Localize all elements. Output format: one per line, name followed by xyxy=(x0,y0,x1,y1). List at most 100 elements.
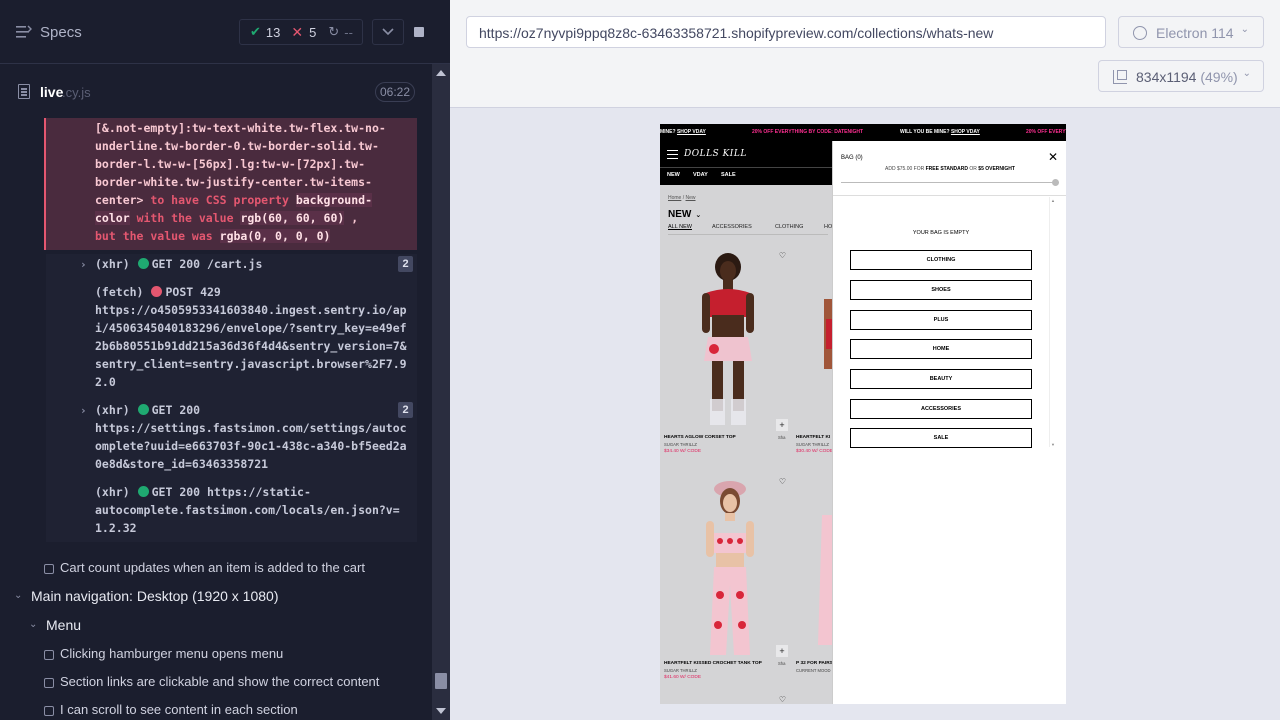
heart-icon[interactable]: ♡ xyxy=(778,695,787,704)
add-to-bag-button[interactable]: + xyxy=(776,645,788,657)
category-button-plus[interactable]: PLUS xyxy=(850,310,1032,330)
category-button-shoes[interactable]: SHOES xyxy=(850,280,1032,300)
product-image[interactable] xyxy=(800,249,832,433)
command-type: (xhr) xyxy=(95,403,130,417)
subnav-all-new[interactable]: ALL NEW xyxy=(668,224,692,230)
shipping-progress-track xyxy=(841,182,1059,183)
specs-list-icon[interactable] xyxy=(16,25,32,39)
ticker-link[interactable]: SHOP VDAY xyxy=(951,129,980,135)
error-line: underline.tw-border-0.tw-border-solid.tw… xyxy=(95,139,379,153)
reporter-scrollbar[interactable] xyxy=(432,64,450,720)
command-row[interactable]: (fetch) POST 429 https://o450595334160384… xyxy=(46,282,417,400)
viewport-info[interactable]: 834x1194 (49%) ⌄ xyxy=(1098,60,1264,92)
heart-icon[interactable]: ♡ xyxy=(778,251,787,260)
breadcrumb-home[interactable]: Home xyxy=(668,195,681,201)
category-button-accessories[interactable]: ACCESSORIES xyxy=(850,399,1032,419)
shipping-progress-knob xyxy=(1052,179,1059,186)
collection-title-text: NEW xyxy=(668,209,692,220)
chevron-right-icon[interactable]: › xyxy=(80,402,87,420)
category-button-beauty[interactable]: BEAUTY xyxy=(850,369,1032,389)
command-detail: https://settings.fastsimon.com/settings/… xyxy=(95,421,407,471)
product-name[interactable]: HEARTFELT KISSED CROCHET TANK TOP xyxy=(664,661,762,666)
side-label: Sha xyxy=(778,435,786,440)
test-item[interactable]: Cart count updates when an item is added… xyxy=(44,560,365,575)
test-title: Cart count updates when an item is added… xyxy=(60,560,365,575)
stop-button[interactable] xyxy=(404,19,434,45)
suite-title: Main navigation: Desktop (1920 x 1080) xyxy=(31,588,279,604)
collection-title[interactable]: NEW ⌄ xyxy=(668,209,701,220)
browser-selector[interactable]: Electron 114 ⌄ xyxy=(1118,16,1264,48)
product-brand: CURRENT MOOD xyxy=(796,668,831,673)
check-icon: ✔ xyxy=(250,24,261,39)
failed-count: 5 xyxy=(309,24,317,40)
test-item[interactable]: Section links are clickable and show the… xyxy=(44,674,379,689)
product-image[interactable] xyxy=(668,475,794,665)
nav-link-sale[interactable]: SALE xyxy=(721,172,736,178)
empty-bag-message: YOUR BAG IS EMPTY xyxy=(912,230,970,236)
ticker-item: WILL YOU BE MINE? SHOP VDAY xyxy=(900,124,980,141)
close-icon[interactable]: ✕ xyxy=(1048,150,1058,164)
category-button-clothing[interactable]: CLOTHING xyxy=(850,250,1032,270)
chevron-down-icon xyxy=(382,28,394,36)
command-type: (xhr) xyxy=(95,485,130,499)
hamburger-menu-icon[interactable] xyxy=(667,150,678,159)
command-count: 2 xyxy=(398,402,413,418)
stop-icon xyxy=(414,27,424,37)
subnav-accessories[interactable]: ACCESSORIES xyxy=(712,224,752,230)
status-dot xyxy=(137,486,149,497)
heart-icon[interactable]: ♡ xyxy=(778,477,787,486)
scroll-up-icon[interactable] xyxy=(436,70,446,76)
suite-item[interactable]: ⌄ Main navigation: Desktop (1920 x 1080) xyxy=(14,588,278,604)
product-name[interactable]: P 32 FOR PAIRS xyxy=(796,661,833,666)
scroll-up-icon[interactable]: ▲ xyxy=(1051,198,1055,203)
chevron-right-icon[interactable]: › xyxy=(80,256,87,274)
promo-ticker: MINE? SHOP VDAY 20% OFF EVERYTHING BY CO… xyxy=(660,124,1066,141)
status-dot xyxy=(151,286,163,297)
subnav-home[interactable]: HO xyxy=(824,224,832,230)
viewport-scale: (49%) xyxy=(1200,69,1238,85)
suite-item[interactable]: ⌄ Menu xyxy=(29,617,81,633)
subnav-clothing[interactable]: CLOTHING xyxy=(775,224,803,230)
suite-title: Menu xyxy=(46,617,82,633)
test-item[interactable]: Clicking hamburger menu opens menu xyxy=(44,646,283,661)
nav-link-new[interactable]: NEW xyxy=(667,172,680,178)
spec-file-name[interactable]: live xyxy=(40,84,63,100)
ticker-item: 20% OFF EVERYTH xyxy=(1026,129,1066,135)
ticker-item: MINE? SHOP VDAY xyxy=(660,124,706,141)
pending-icon: ↻ xyxy=(328,24,340,39)
nav-link-vday[interactable]: VDAY xyxy=(693,172,708,178)
assertion-error[interactable]: [&.not-empty]:tw-text-white.tw-flex.tw-n… xyxy=(44,118,417,250)
command-row[interactable]: › (xhr) GET 200 /cart.js 2 xyxy=(46,254,417,282)
expand-collapse-button[interactable] xyxy=(372,19,404,45)
command-row[interactable]: › (xhr) GET 200 https://settings.fastsimo… xyxy=(46,400,417,482)
cart-scrollbar[interactable]: ▲ ▼ xyxy=(1049,197,1056,447)
scroll-down-icon[interactable]: ▼ xyxy=(1051,442,1055,447)
aut-iframe: MINE? SHOP VDAY 20% OFF EVERYTHING BY CO… xyxy=(660,124,1066,704)
test-item[interactable]: I can scroll to see content in each sect… xyxy=(44,702,298,717)
store-logo[interactable]: DOLLS KILL xyxy=(684,149,747,159)
product-name[interactable]: HEARTS AGLOW CORSET TOP xyxy=(664,435,736,440)
error-comma: , xyxy=(351,211,359,225)
add-to-bag-button[interactable]: + xyxy=(776,419,788,431)
breadcrumb-current[interactable]: New xyxy=(686,195,696,201)
product-name[interactable]: HEARTFELT KI xyxy=(796,435,830,440)
chevron-down-icon: ⌄ xyxy=(1242,68,1251,79)
scrollbar-thumb[interactable] xyxy=(435,673,447,689)
product-image[interactable] xyxy=(668,249,794,433)
pending-test-icon xyxy=(44,678,54,688)
specs-title[interactable]: Specs xyxy=(40,24,82,41)
chevron-down-icon: ⌄ xyxy=(695,212,702,219)
note-text: OR xyxy=(968,166,979,172)
status-dot xyxy=(137,404,149,415)
error-phrase: with the value xyxy=(136,211,234,225)
error-property: background- xyxy=(295,193,372,207)
command-type: (fetch) xyxy=(95,285,144,299)
scroll-down-icon[interactable] xyxy=(436,708,446,714)
command-row[interactable]: (xhr) GET 200 https://static- autocomplet… xyxy=(46,482,417,542)
category-button-home[interactable]: HOME xyxy=(850,339,1032,359)
ticker-link[interactable]: SHOP VDAY xyxy=(677,129,706,135)
url-bar[interactable]: https://oz7nyvpi9ppq8z8c-63463358721.sho… xyxy=(466,16,1106,48)
error-property: color xyxy=(95,211,130,225)
product-image[interactable] xyxy=(800,475,832,665)
category-button-sale[interactable]: SALE xyxy=(850,428,1032,448)
